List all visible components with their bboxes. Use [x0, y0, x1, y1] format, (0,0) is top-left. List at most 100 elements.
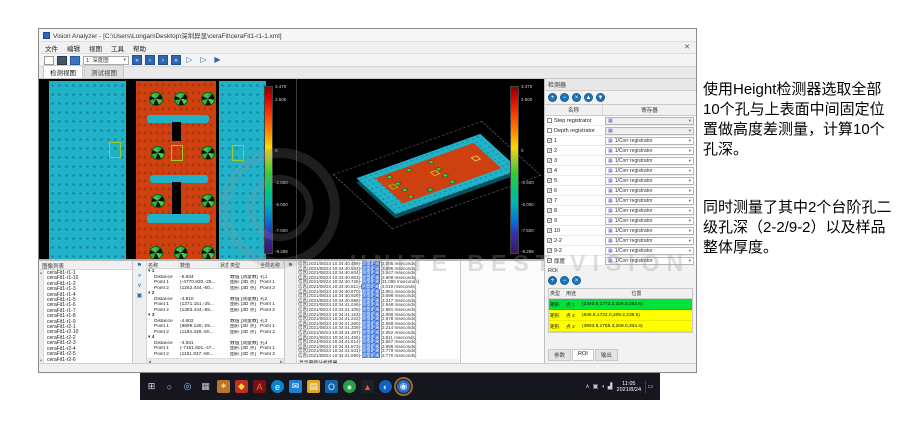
checkbox[interactable]: ✓ [547, 168, 552, 174]
roi-row[interactable]: 矩形点 2 (3903.8,1755.3,209.0,334.4) [549, 321, 692, 332]
register-dropdown[interactable]: ▦ 1/Corr registrator ▾ [605, 186, 694, 195]
checkbox[interactable]: ✓ [547, 238, 552, 244]
file-explorer-icon[interactable]: ▤ [307, 380, 320, 393]
checkbox[interactable] [547, 118, 552, 123]
register-dropdown[interactable]: ▦ 1/Corr registrator ▾ [605, 246, 694, 255]
add-detector-button[interactable]: + [548, 93, 557, 102]
detector-row[interactable]: Depth registrator ▦ ▾ [545, 126, 696, 136]
delete-roi-button[interactable]: × [572, 276, 581, 285]
collapse-icon[interactable]: ∨ [137, 283, 141, 289]
tray-volume-icon[interactable]: ◖ [601, 384, 605, 390]
taskbar-clock[interactable]: 11:05 2021/8/24 [617, 381, 641, 393]
move-up-button[interactable]: ▲ [584, 93, 593, 102]
remove-roi-button[interactable]: − [560, 276, 569, 285]
close-icon[interactable]: ✕ [684, 44, 690, 51]
start-icon[interactable]: ⊞ [145, 380, 158, 393]
detector-tab-ROI[interactable]: ROI [572, 349, 594, 361]
search-icon[interactable]: ○ [163, 380, 176, 393]
checkbox[interactable]: ✓ [547, 188, 552, 194]
tab-测试视图[interactable]: 测试视图 [84, 65, 124, 78]
run-button[interactable]: ▷ [184, 55, 195, 65]
detector-row[interactable]: ✓ 9 ▦ 1/Corr registrator ▾ [545, 216, 696, 226]
previous-image-button[interactable]: ‹ [145, 55, 155, 65]
detector-tab-参数[interactable]: 参数 [548, 349, 572, 361]
checkbox[interactable]: ✓ [547, 138, 552, 144]
new-file-button[interactable] [44, 55, 54, 65]
register-dropdown[interactable]: ▦ 1/Corr registrator ▾ [605, 196, 694, 205]
detector-row[interactable]: ✓ 厚度 ▦ 1/Corr registrator ▾ [545, 256, 696, 266]
pinned-app-icon-2[interactable]: ◆ [235, 380, 248, 393]
checkbox[interactable]: ✓ [547, 258, 552, 264]
delete-detector-button[interactable]: × [572, 93, 581, 102]
task-view-icon[interactable]: ▦ [199, 380, 212, 393]
register-dropdown[interactable]: ▦ 1/Corr registrator ▾ [605, 166, 694, 175]
tray-network-icon[interactable]: ▟ [608, 383, 613, 390]
register-dropdown[interactable]: ▦ 1/Corr registrator ▾ [605, 256, 694, 265]
last-image-button[interactable]: » [171, 55, 181, 65]
checkbox[interactable]: ✓ [547, 148, 552, 154]
detector-row[interactable]: ✓ 1 ▦ 1/Corr registrator ▾ [545, 136, 696, 146]
expand-icon[interactable]: » [138, 273, 141, 279]
view-select-dropdown[interactable]: 1: 深度图 ▾ [83, 55, 129, 65]
register-dropdown[interactable]: ▦ 1/Corr registrator ▾ [605, 226, 694, 235]
vision-analyzer-icon[interactable]: ◉ [394, 377, 413, 396]
first-image-button[interactable]: « [132, 55, 142, 65]
point-cloud-3d-view[interactable]: 3.470 2.500 0 -2.500 -5.000 -7.500 -9.288 [297, 79, 544, 259]
tray-app-icon[interactable]: ▣ [593, 383, 599, 390]
tab-检测视图[interactable]: 检测视图 [43, 65, 83, 78]
checkbox[interactable]: ✓ [547, 158, 552, 164]
remove-detector-button[interactable]: − [560, 93, 569, 102]
checkbox[interactable]: ✓ [547, 248, 552, 254]
menu-文件[interactable]: 文件 [45, 43, 58, 53]
run-to-end-button[interactable]: ▶ [212, 55, 223, 65]
mail-icon[interactable]: ✉ [289, 380, 302, 393]
menu-视图[interactable]: 视图 [89, 43, 102, 53]
outlook-icon[interactable]: O [325, 380, 338, 393]
detector-row[interactable]: ✓ 7 ▦ 1/Corr registrator ▾ [545, 196, 696, 206]
roi-row[interactable]: 矩形点 1 (2340.6,1772.2,326.0,292.6) [549, 299, 692, 310]
roi-rectangle-center[interactable] [171, 145, 183, 161]
marker-flag-icon[interactable]: ⚑ [288, 263, 293, 269]
checkbox[interactable]: ✓ [547, 228, 552, 234]
checkbox[interactable]: ✓ [547, 198, 552, 204]
roi-row[interactable]: 矩形点 2 (835.8,1722.0,209.2,239.5) [549, 310, 692, 321]
checkbox[interactable]: ✓ [547, 218, 552, 224]
next-image-button[interactable]: › [158, 55, 168, 65]
register-dropdown[interactable]: ▦ 1/Corr registrator ▾ [605, 216, 694, 225]
pinned-app-icon-5[interactable]: ◐ [379, 380, 392, 393]
acrobat-icon[interactable]: A [253, 380, 266, 393]
tray-chevron-icon[interactable]: ∧ [585, 383, 589, 390]
detector-row[interactable]: ✓ 2-2 ▦ 1/Corr registrator ▾ [545, 236, 696, 246]
detector-row[interactable]: ✓ 4 ▦ 1/Corr registrator ▾ [545, 166, 696, 176]
detector-row[interactable]: ✓ 5 ▦ 1/Corr registrator ▾ [545, 176, 696, 186]
checklist-icon[interactable]: ▣ [137, 293, 143, 299]
move-down-button[interactable]: ▼ [596, 93, 605, 102]
roi-rectangle-right[interactable] [232, 145, 244, 161]
detector-row[interactable]: ✓ 6 ▦ 1/Corr registrator ▾ [545, 186, 696, 196]
detector-row[interactable]: ✓ 10 ▦ 1/Corr registrator ▾ [545, 226, 696, 236]
pinned-app-icon-1[interactable]: ✶ [217, 380, 230, 393]
pinned-app-icon-4[interactable]: ▲ [361, 380, 374, 393]
log-panel[interactable]: 信息(2021/08/24 10:34:40.489)-测量距离 [2.005 … [297, 261, 461, 363]
scroll-up-icon[interactable]: ▲ [39, 270, 43, 275]
register-dropdown[interactable]: ▦ ▾ [605, 116, 694, 125]
add-roi-button[interactable]: + [548, 276, 557, 285]
register-dropdown[interactable]: ▦ 1/Corr registrator ▾ [605, 176, 694, 185]
results-row[interactable]: Point 2 (1151.937,-60... 图形 [3D 点] Point 2 [147, 352, 284, 358]
roi-rectangle-left[interactable] [109, 142, 121, 158]
register-dropdown[interactable]: ▦ 1/Corr registrator ▾ [605, 206, 694, 215]
save-button[interactable] [70, 55, 80, 65]
run-all-button[interactable]: ▷ [198, 55, 209, 65]
detector-row[interactable]: ✓ 9-2 ▦ 1/Corr registrator ▾ [545, 246, 696, 256]
register-dropdown[interactable]: ▦ 1/Corr registrator ▾ [605, 236, 694, 245]
register-dropdown[interactable]: ▦ 1/Corr registrator ▾ [605, 146, 694, 155]
cortana-icon[interactable]: ◎ [181, 380, 194, 393]
menu-编辑[interactable]: 编辑 [67, 43, 80, 53]
depth-map-2d-view[interactable]: 3.470 2.500 0 -2.500 -5.000 -7.500 -9.288 [39, 79, 297, 259]
checkbox[interactable]: ✓ [547, 208, 552, 214]
checkbox[interactable]: ✓ [547, 178, 552, 184]
detector-row[interactable]: ✓ 2 ▦ 1/Corr registrator ▾ [545, 146, 696, 156]
edge-icon[interactable]: e [271, 380, 284, 393]
flag-icon[interactable]: ⚑ [137, 263, 142, 269]
detector-row[interactable]: Step registrator ▦ ▾ [545, 116, 696, 126]
